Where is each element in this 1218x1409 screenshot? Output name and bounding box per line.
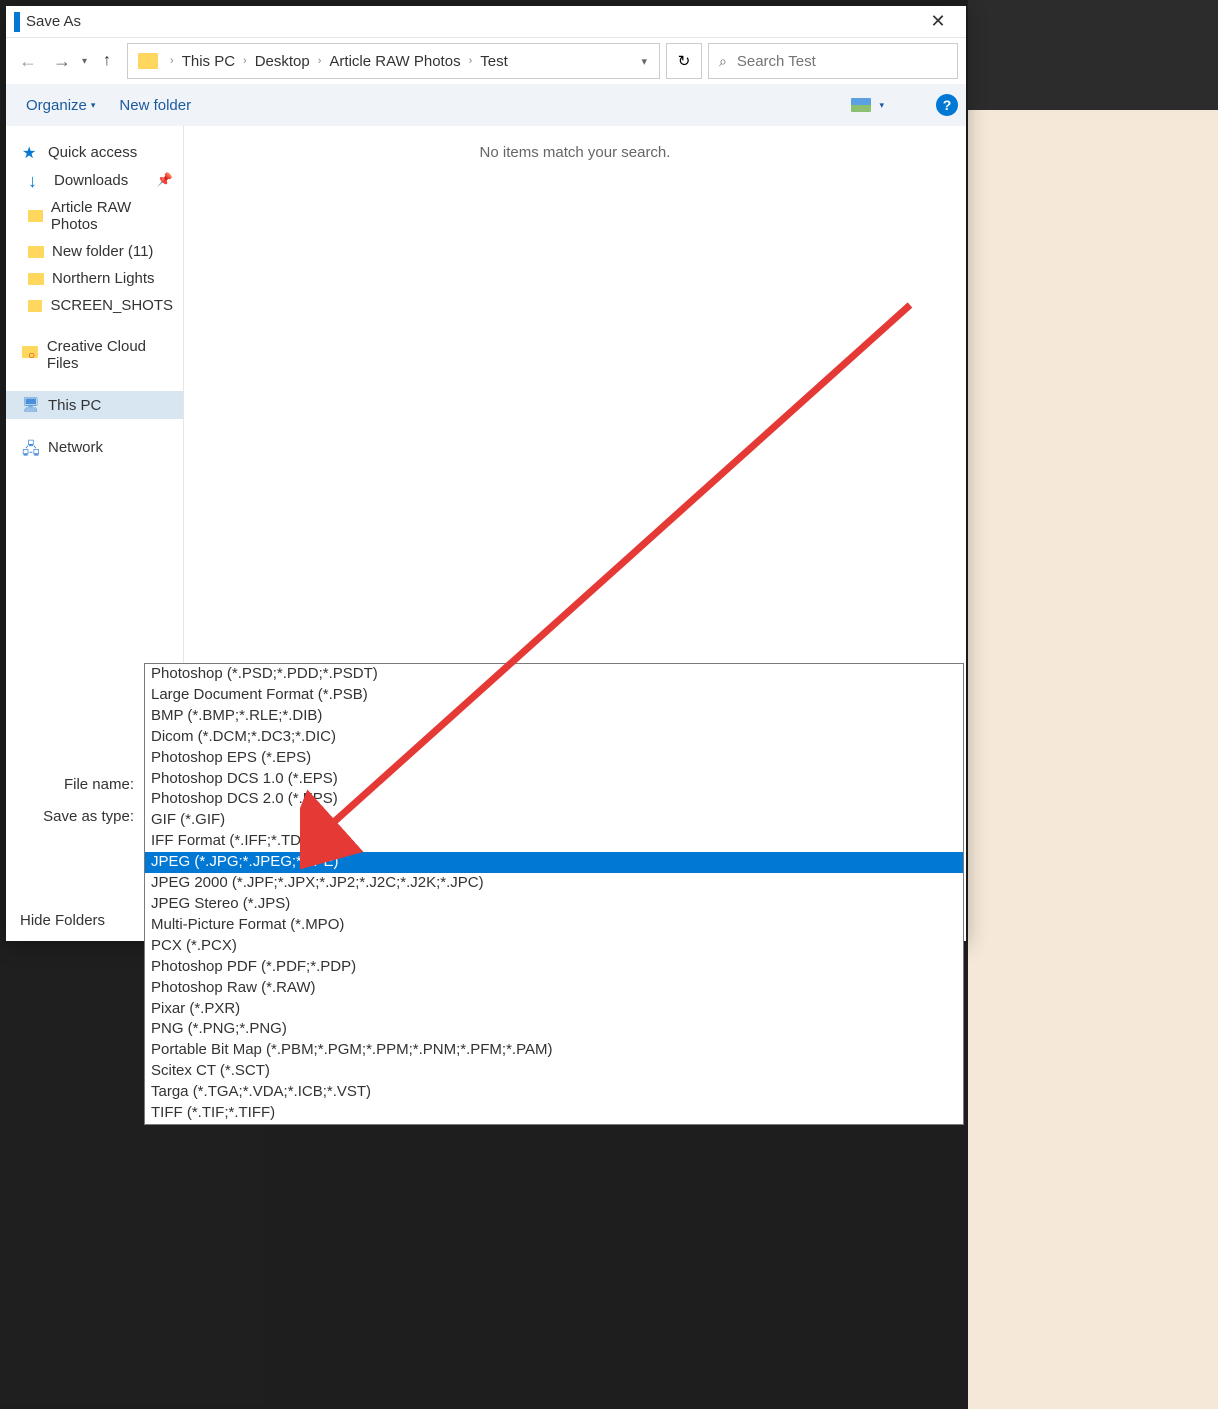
network-icon: 🖧	[22, 438, 40, 456]
save-type-label: Save as type:	[16, 808, 144, 825]
pc-icon: 🖥	[22, 396, 40, 414]
download-icon: ↓	[28, 171, 46, 189]
file-type-option[interactable]: BMP (*.BMP;*.RLE;*.DIB)	[145, 706, 963, 727]
navigation-bar: ← → ▾ ↑ › This PC › Desktop › Article RA…	[6, 38, 966, 84]
file-type-option[interactable]: Portable Bit Map (*.PBM;*.PGM;*.PPM;*.PN…	[145, 1040, 963, 1061]
file-type-option[interactable]: Photoshop EPS (*.EPS)	[145, 748, 963, 769]
file-type-option[interactable]: Dicom (*.DCM;*.DC3;*.DIC)	[145, 727, 963, 748]
sidebar-creative-cloud[interactable]: Creative Cloud Files	[6, 333, 183, 377]
sidebar-article-raw[interactable]: Article RAW Photos	[6, 194, 183, 238]
sidebar-label: Creative Cloud Files	[47, 338, 173, 372]
file-type-option[interactable]: Photoshop PDF (*.PDF;*.PDP)	[145, 957, 963, 978]
search-input[interactable]	[737, 53, 947, 70]
file-type-dropdown[interactable]: Photoshop (*.PSD;*.PDD;*.PSDT)Large Docu…	[144, 663, 964, 1125]
up-button[interactable]: ↑	[93, 47, 121, 75]
breadcrumb-item[interactable]: Article RAW Photos	[327, 49, 462, 74]
file-type-option[interactable]: IFF Format (*.IFF;*.TDI)	[145, 831, 963, 852]
folder-icon	[28, 273, 44, 285]
chevron-down-icon[interactable]: ▾	[641, 55, 647, 68]
folder-icon	[28, 210, 43, 222]
file-type-option[interactable]: JPEG Stereo (*.JPS)	[145, 894, 963, 915]
titlebar: Save As ✕	[6, 6, 966, 38]
sidebar-label: This PC	[48, 397, 101, 414]
dialog-title: Save As	[26, 13, 918, 30]
sidebar-label: Network	[48, 439, 103, 456]
organize-label: Organize	[26, 97, 87, 114]
sidebar-label: Northern Lights	[52, 270, 155, 287]
chevron-down-icon: ▾	[879, 100, 884, 111]
sidebar-label: New folder (11)	[52, 243, 153, 260]
new-folder-button[interactable]: New folder	[107, 91, 203, 120]
file-type-option[interactable]: JPEG 2000 (*.JPF;*.JPX;*.JP2;*.J2C;*.J2K…	[145, 873, 963, 894]
file-type-option[interactable]: PNG (*.PNG;*.PNG)	[145, 1019, 963, 1040]
chevron-right-icon: ›	[170, 55, 174, 67]
chevron-down-icon: ▾	[91, 100, 96, 111]
file-type-option[interactable]: Pixar (*.PXR)	[145, 999, 963, 1020]
file-type-option[interactable]: GIF (*.GIF)	[145, 810, 963, 831]
chevron-right-icon: ›	[318, 55, 322, 67]
file-type-option[interactable]: Large Document Format (*.PSB)	[145, 685, 963, 706]
file-name-label: File name:	[16, 776, 144, 793]
back-button[interactable]: ←	[14, 47, 42, 75]
file-type-option[interactable]: TIFF (*.TIF;*.TIFF)	[145, 1103, 963, 1124]
empty-message: No items match your search.	[200, 144, 950, 161]
sidebar-screenshots[interactable]: SCREEN_SHOTS	[6, 292, 183, 319]
chevron-right-icon: ›	[469, 55, 473, 67]
sidebar-label: Quick access	[48, 144, 137, 161]
breadcrumb[interactable]: › This PC › Desktop › Article RAW Photos…	[127, 43, 660, 79]
backdrop-top	[968, 0, 1218, 110]
sidebar-northern[interactable]: Northern Lights	[6, 265, 183, 292]
sidebar-label: Downloads	[54, 172, 128, 189]
backdrop-right	[968, 0, 1218, 1409]
pin-icon: 📌	[157, 172, 173, 188]
sidebar-downloads[interactable]: ↓ Downloads 📌	[6, 166, 183, 194]
refresh-button[interactable]: ↻	[666, 43, 702, 79]
file-type-option[interactable]: Scitex CT (*.SCT)	[145, 1061, 963, 1082]
breadcrumb-item[interactable]: Desktop	[253, 49, 312, 74]
app-icon	[14, 12, 20, 32]
view-button[interactable]: ▾	[839, 92, 896, 118]
file-type-option[interactable]: JPEG (*.JPG;*.JPEG;*.JPE)	[145, 852, 963, 873]
search-icon: ⌕	[719, 53, 727, 70]
folder-icon	[28, 300, 42, 312]
chevron-right-icon: ›	[243, 55, 247, 67]
creative-cloud-icon	[22, 346, 39, 364]
folder-icon	[28, 246, 44, 258]
search-box[interactable]: ⌕	[708, 43, 958, 79]
hide-folders-button[interactable]: Hide Folders	[20, 912, 105, 929]
file-type-option[interactable]: PCX (*.PCX)	[145, 936, 963, 957]
toolbar: Organize ▾ New folder ▾ ?	[6, 84, 966, 126]
forward-button[interactable]: →	[48, 47, 76, 75]
file-type-option[interactable]: Targa (*.TGA;*.VDA;*.ICB;*.VST)	[145, 1082, 963, 1103]
file-type-option[interactable]: Photoshop Raw (*.RAW)	[145, 978, 963, 999]
star-icon: ★	[22, 143, 40, 161]
new-folder-label: New folder	[119, 97, 191, 114]
sidebar-quick-access[interactable]: ★ Quick access	[6, 138, 183, 166]
file-type-option[interactable]: Multi-Picture Format (*.MPO)	[145, 915, 963, 936]
breadcrumb-item[interactable]: This PC	[180, 49, 237, 74]
sidebar-this-pc[interactable]: 🖥 This PC	[6, 391, 183, 419]
organize-button[interactable]: Organize ▾	[14, 91, 107, 120]
folder-icon	[138, 53, 158, 69]
close-button[interactable]: ✕	[918, 7, 958, 37]
view-icon	[851, 98, 871, 112]
breadcrumb-item[interactable]: Test	[478, 49, 510, 74]
file-type-option[interactable]: Photoshop DCS 2.0 (*.EPS)	[145, 789, 963, 810]
file-type-option[interactable]: Photoshop (*.PSD;*.PDD;*.PSDT)	[145, 664, 963, 685]
sidebar-label: SCREEN_SHOTS	[50, 297, 173, 314]
sidebar-new-folder[interactable]: New folder (11)	[6, 238, 183, 265]
sidebar-label: Article RAW Photos	[51, 199, 173, 233]
help-button[interactable]: ?	[936, 94, 958, 116]
history-dropdown[interactable]: ▾	[82, 56, 87, 67]
sidebar-network[interactable]: 🖧 Network	[6, 433, 183, 461]
file-type-option[interactable]: Photoshop DCS 1.0 (*.EPS)	[145, 769, 963, 790]
